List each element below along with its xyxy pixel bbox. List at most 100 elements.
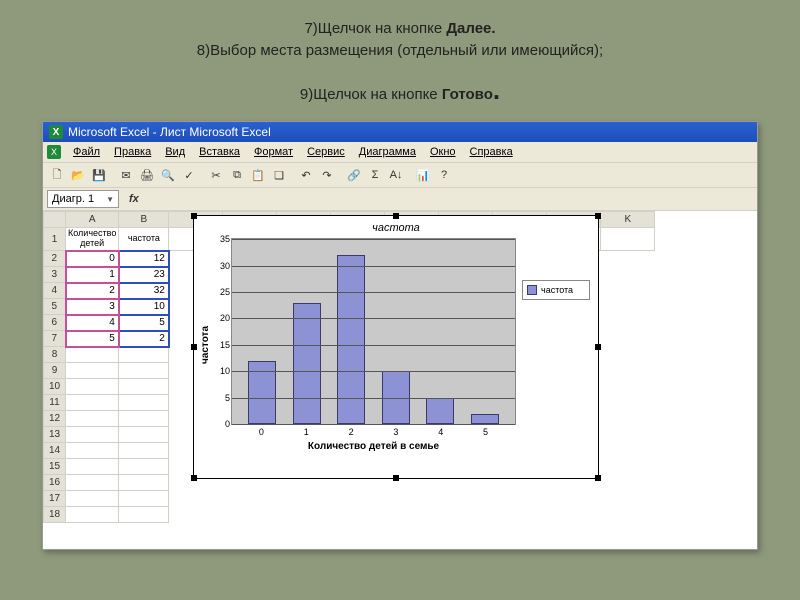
cell[interactable] xyxy=(119,411,169,427)
row-header[interactable]: 18 xyxy=(44,507,66,523)
help-icon[interactable]: ? xyxy=(434,165,454,185)
row-header[interactable]: 12 xyxy=(44,411,66,427)
cell[interactable]: 1 xyxy=(66,267,119,283)
resize-handle[interactable] xyxy=(191,475,197,481)
cell[interactable]: 0 xyxy=(66,251,119,267)
row-header[interactable]: 10 xyxy=(44,379,66,395)
cell[interactable] xyxy=(66,411,119,427)
cell[interactable]: 12 xyxy=(119,251,169,267)
cell[interactable] xyxy=(119,443,169,459)
x-axis-label[interactable]: Количество детей в семье xyxy=(231,437,516,452)
preview-icon[interactable]: 🔍 xyxy=(158,165,178,185)
resize-handle[interactable] xyxy=(191,213,197,219)
chevron-down-icon[interactable]: ▼ xyxy=(106,195,114,204)
worksheet-area[interactable]: A B C D E F G H I J K 1 Количество детей… xyxy=(43,211,757,549)
bar[interactable] xyxy=(293,303,321,425)
bar[interactable] xyxy=(337,255,365,424)
row-header[interactable]: 15 xyxy=(44,459,66,475)
name-box[interactable]: Диагр. 1 ▼ xyxy=(47,190,119,208)
sum-icon[interactable]: Σ xyxy=(365,165,385,185)
mail-icon[interactable]: ✉ xyxy=(116,165,136,185)
chart-icon[interactable]: 📊 xyxy=(413,165,433,185)
cell[interactable]: Количество детей xyxy=(66,228,119,251)
cut-icon[interactable]: ✂ xyxy=(206,165,226,185)
menu-insert[interactable]: Вставка xyxy=(193,144,246,160)
cell[interactable]: 5 xyxy=(119,315,169,331)
bar[interactable] xyxy=(248,361,276,424)
menu-file[interactable]: Файл xyxy=(67,144,106,160)
row-header[interactable]: 13 xyxy=(44,427,66,443)
cell[interactable] xyxy=(601,228,655,251)
bar[interactable] xyxy=(426,398,454,424)
row-header[interactable]: 9 xyxy=(44,363,66,379)
paste-icon[interactable]: 📋 xyxy=(248,165,268,185)
cell[interactable]: 23 xyxy=(119,267,169,283)
chart-title[interactable]: частота xyxy=(194,216,598,236)
row-header[interactable]: 2 xyxy=(44,251,66,267)
cell[interactable] xyxy=(119,379,169,395)
open-icon[interactable]: 📂 xyxy=(68,165,88,185)
row-header[interactable]: 16 xyxy=(44,475,66,491)
cell[interactable]: 4 xyxy=(66,315,119,331)
cell[interactable] xyxy=(66,363,119,379)
y-axis-label[interactable]: частота xyxy=(198,238,213,452)
cell[interactable]: 10 xyxy=(119,299,169,315)
cell[interactable] xyxy=(119,491,169,507)
sort-icon[interactable]: A↓ xyxy=(386,165,406,185)
cell[interactable]: 2 xyxy=(119,331,169,347)
fx-label[interactable]: fx xyxy=(123,193,145,205)
menu-window[interactable]: Окно xyxy=(424,144,462,160)
bar[interactable] xyxy=(471,414,499,425)
row-header[interactable]: 11 xyxy=(44,395,66,411)
row-header[interactable]: 8 xyxy=(44,347,66,363)
print-icon[interactable]: 🖨 xyxy=(137,165,157,185)
cell[interactable] xyxy=(119,363,169,379)
link-icon[interactable]: 🔗 xyxy=(344,165,364,185)
plot-area[interactable]: 05101520253035 xyxy=(231,238,516,425)
resize-handle[interactable] xyxy=(595,213,601,219)
row-header[interactable]: 1 xyxy=(44,228,66,251)
new-icon[interactable]: 🗋 xyxy=(47,165,67,185)
save-icon[interactable]: 💾 xyxy=(89,165,109,185)
resize-handle[interactable] xyxy=(595,344,601,350)
cell[interactable] xyxy=(66,507,119,523)
cell[interactable] xyxy=(119,507,169,523)
row-header[interactable]: 17 xyxy=(44,491,66,507)
cell[interactable] xyxy=(119,475,169,491)
menu-chart[interactable]: Диаграмма xyxy=(353,144,422,160)
cell[interactable] xyxy=(66,491,119,507)
row-header[interactable]: 3 xyxy=(44,267,66,283)
cell[interactable] xyxy=(119,427,169,443)
row-header[interactable]: 14 xyxy=(44,443,66,459)
cell[interactable]: 3 xyxy=(66,299,119,315)
menu-help[interactable]: Справка xyxy=(464,144,519,160)
select-all[interactable] xyxy=(44,212,66,228)
cell[interactable] xyxy=(66,427,119,443)
cell[interactable] xyxy=(66,459,119,475)
cell[interactable] xyxy=(66,443,119,459)
cell[interactable]: 2 xyxy=(66,283,119,299)
row-header[interactable]: 7 xyxy=(44,331,66,347)
resize-handle[interactable] xyxy=(595,475,601,481)
menu-format[interactable]: Формат xyxy=(248,144,299,160)
cell[interactable] xyxy=(119,395,169,411)
format-painter-icon[interactable]: ❏ xyxy=(269,165,289,185)
cell[interactable] xyxy=(66,379,119,395)
resize-handle[interactable] xyxy=(393,213,399,219)
chart-object[interactable]: частота частота 05101520253035 012345 Ко… xyxy=(193,215,599,479)
resize-handle[interactable] xyxy=(191,344,197,350)
cell[interactable] xyxy=(66,475,119,491)
cell[interactable]: частота xyxy=(119,228,169,251)
cell[interactable]: 32 xyxy=(119,283,169,299)
row-header[interactable]: 4 xyxy=(44,283,66,299)
menu-edit[interactable]: Правка xyxy=(108,144,157,160)
resize-handle[interactable] xyxy=(393,475,399,481)
copy-icon[interactable]: ⧉ xyxy=(227,165,247,185)
cell[interactable] xyxy=(66,395,119,411)
cell[interactable] xyxy=(119,347,169,363)
menu-view[interactable]: Вид xyxy=(159,144,191,160)
col-header[interactable]: B xyxy=(119,212,169,228)
row-header[interactable]: 5 xyxy=(44,299,66,315)
chart-legend[interactable]: частота xyxy=(522,280,590,300)
row-header[interactable]: 6 xyxy=(44,315,66,331)
